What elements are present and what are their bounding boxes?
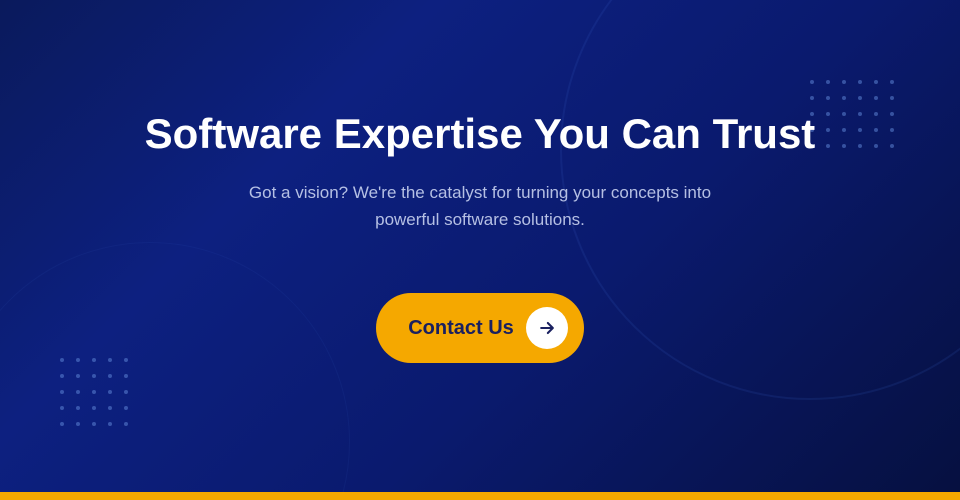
dots-top-right — [810, 80, 900, 154]
cta-button-label: Contact Us — [408, 317, 514, 340]
cta-arrow-circle — [526, 307, 568, 349]
arc-decoration-2 — [0, 242, 350, 492]
arrow-right-icon — [537, 318, 557, 338]
page-wrapper: Software Expertise You Can Trust Got a v… — [0, 0, 960, 500]
hero-subtitle: Got a vision? We're the catalyst for tur… — [220, 179, 740, 233]
hero-title: Software Expertise You Can Trust — [145, 109, 816, 159]
bottom-bar — [0, 492, 960, 500]
contact-us-button[interactable]: Contact Us — [376, 293, 584, 363]
hero-section: Software Expertise You Can Trust Got a v… — [0, 0, 960, 492]
dots-bottom-left — [60, 358, 134, 432]
